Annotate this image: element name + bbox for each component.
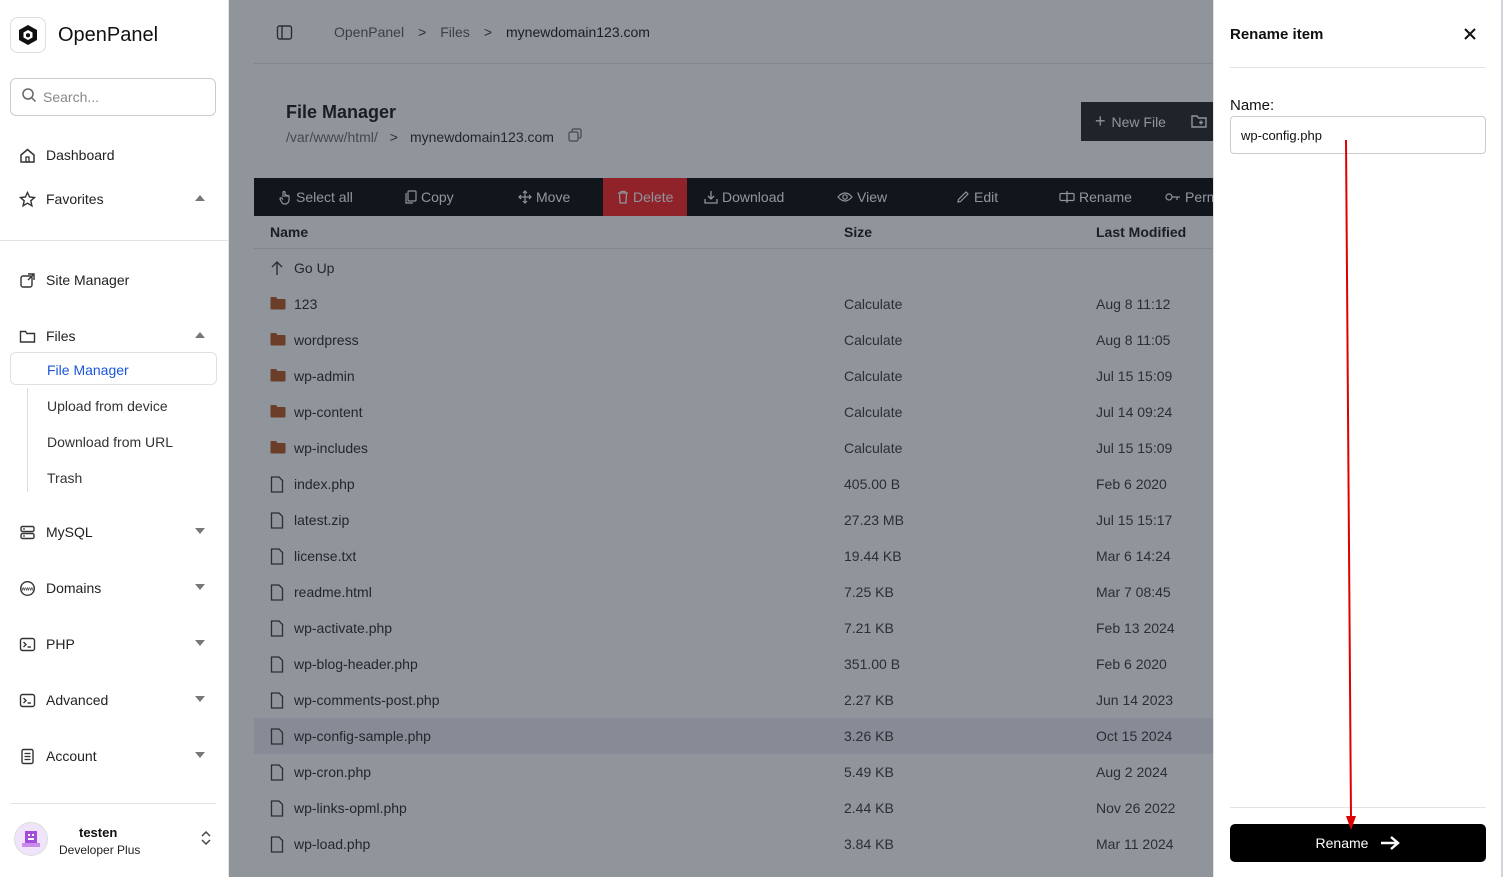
- brand[interactable]: OpenPanel: [10, 17, 158, 53]
- nav-domains-label: Domains: [46, 580, 102, 596]
- terminal-icon: [18, 635, 36, 653]
- chevron-down-icon[interactable]: [195, 528, 205, 534]
- avatar: [14, 822, 48, 856]
- nav-mysql-label: MySQL: [46, 524, 93, 540]
- nav-site-manager[interactable]: Site Manager: [18, 268, 213, 292]
- rename-drawer: Rename item Name: Rename: [1213, 0, 1501, 877]
- nav-php[interactable]: PHP: [18, 632, 213, 656]
- site-manager-icon: [18, 271, 36, 289]
- app-window: OpenPanel Dashboard Favorites Site Manag…: [0, 0, 1503, 877]
- sub-item-download-url[interactable]: Download from URL: [47, 434, 173, 450]
- nav-dashboard[interactable]: Dashboard: [18, 143, 213, 167]
- rename-submit-label: Rename: [1315, 835, 1369, 851]
- document-icon: [18, 747, 36, 765]
- sidebar-divider: [10, 803, 216, 804]
- drawer-divider: [1230, 807, 1486, 808]
- sidebar-divider: [0, 240, 229, 241]
- chevron-down-icon[interactable]: [195, 752, 205, 758]
- folder-icon: [18, 327, 36, 345]
- chevron-down-icon[interactable]: [195, 584, 205, 590]
- nav-files[interactable]: Files: [18, 324, 213, 348]
- chevron-down-icon[interactable]: [195, 696, 205, 702]
- brand-name: OpenPanel: [58, 23, 159, 46]
- database-icon: [18, 523, 36, 541]
- nav-site-manager-label: Site Manager: [46, 272, 130, 288]
- star-icon: [18, 190, 36, 208]
- chevron-up-down-icon[interactable]: [200, 830, 212, 851]
- drawer-divider: [1230, 67, 1486, 68]
- rename-submit-button[interactable]: Rename: [1230, 824, 1486, 862]
- nav-favorites-label: Favorites: [46, 191, 104, 207]
- submenu-line: [27, 388, 28, 492]
- terminal-icon: [18, 691, 36, 709]
- search-box[interactable]: [10, 78, 216, 116]
- nav-account[interactable]: Account: [18, 744, 213, 768]
- drawer-title: Rename item: [1230, 26, 1324, 43]
- nav-advanced[interactable]: Advanced: [18, 688, 213, 712]
- nav-dashboard-label: Dashboard: [46, 147, 115, 163]
- chevron-down-icon[interactable]: [195, 640, 205, 646]
- nav-account-label: Account: [46, 748, 97, 764]
- search-input[interactable]: [43, 89, 193, 105]
- nav-favorites[interactable]: Favorites: [18, 187, 213, 211]
- nav-php-label: PHP: [46, 636, 75, 652]
- openpanel-logo-icon: [10, 17, 46, 53]
- arrow-right-icon: [1381, 836, 1401, 850]
- user-menu[interactable]: testen Developer Plus: [14, 820, 218, 860]
- sub-item-trash[interactable]: Trash: [47, 470, 82, 486]
- chevron-up-icon[interactable]: [195, 332, 205, 338]
- svg-text:www: www: [20, 586, 33, 592]
- nav-domains[interactable]: www Domains: [18, 576, 213, 600]
- nav-advanced-label: Advanced: [46, 692, 109, 708]
- chevron-up-icon[interactable]: [195, 195, 205, 201]
- nav-mysql[interactable]: MySQL: [18, 520, 213, 544]
- sidebar: OpenPanel Dashboard Favorites Site Manag…: [0, 0, 229, 877]
- name-input[interactable]: [1230, 116, 1486, 154]
- user-plan: Developer Plus: [59, 843, 141, 857]
- search-icon: [21, 87, 37, 108]
- home-icon: [18, 146, 36, 164]
- close-icon[interactable]: [1462, 26, 1478, 42]
- user-name: testen: [79, 825, 118, 840]
- www-globe-icon: www: [18, 579, 36, 597]
- sub-item-upload[interactable]: Upload from device: [47, 398, 168, 414]
- sub-item-file-manager[interactable]: File Manager: [47, 362, 129, 378]
- nav-files-label: Files: [46, 328, 76, 344]
- name-label: Name:: [1230, 97, 1275, 114]
